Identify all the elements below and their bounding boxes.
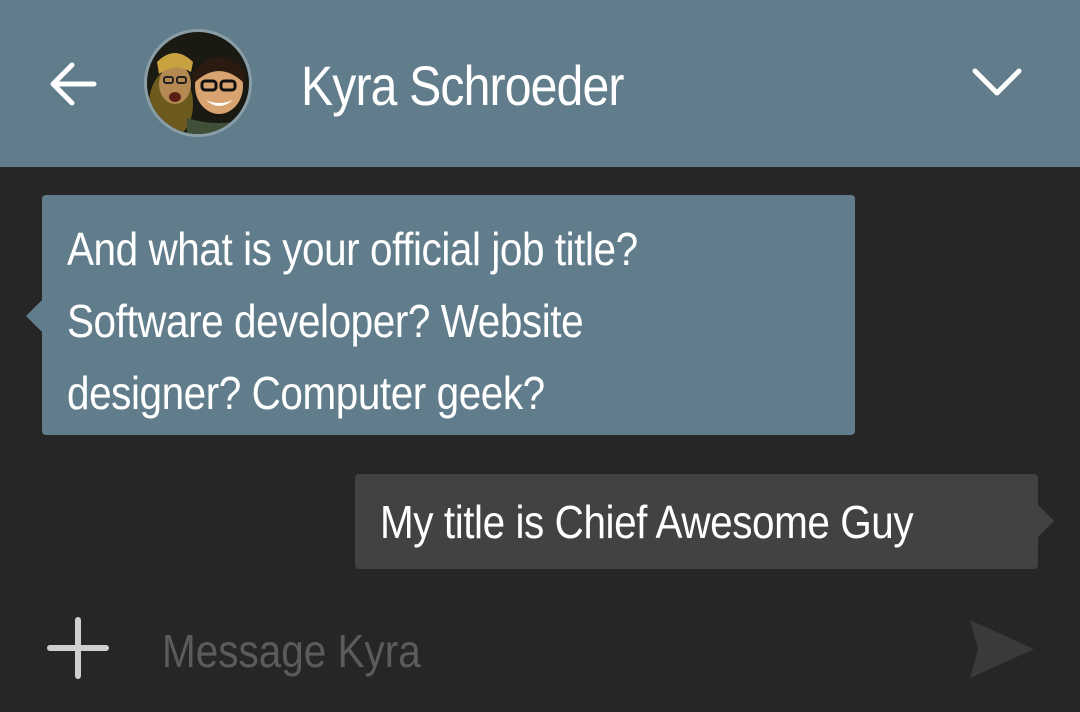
message-text: My title is Chief Awesome Guy [380,494,1080,550]
back-button[interactable] [44,56,100,112]
message-line: designer? Computer geek? [67,367,545,419]
message-text: And what is your official job title? Sof… [67,213,841,429]
chevron-down-icon [972,68,1022,96]
avatar-photo [147,32,249,134]
send-button[interactable] [966,616,1038,682]
outgoing-message-bubble[interactable]: My title is Chief Awesome Guy [355,474,1054,569]
message-line: Software developer? Website [67,295,584,347]
add-attachment-button[interactable] [46,616,110,680]
send-icon [970,620,1034,678]
message-line: My title is Chief Awesome Guy [380,496,914,548]
message-input[interactable] [162,615,831,687]
plus-icon [47,617,109,679]
contact-avatar[interactable] [144,29,252,137]
chat-screen: Kyra Schroeder And what is your official… [0,0,1080,712]
contact-name: Kyra Schroeder [301,54,624,117]
arrow-left-icon [50,62,97,106]
incoming-message-bubble[interactable]: And what is your official job title? Sof… [26,195,855,435]
conversation-menu-button[interactable] [966,54,1028,112]
conversation-header: Kyra Schroeder [0,0,1080,167]
message-line: And what is your official job title? [67,223,638,275]
